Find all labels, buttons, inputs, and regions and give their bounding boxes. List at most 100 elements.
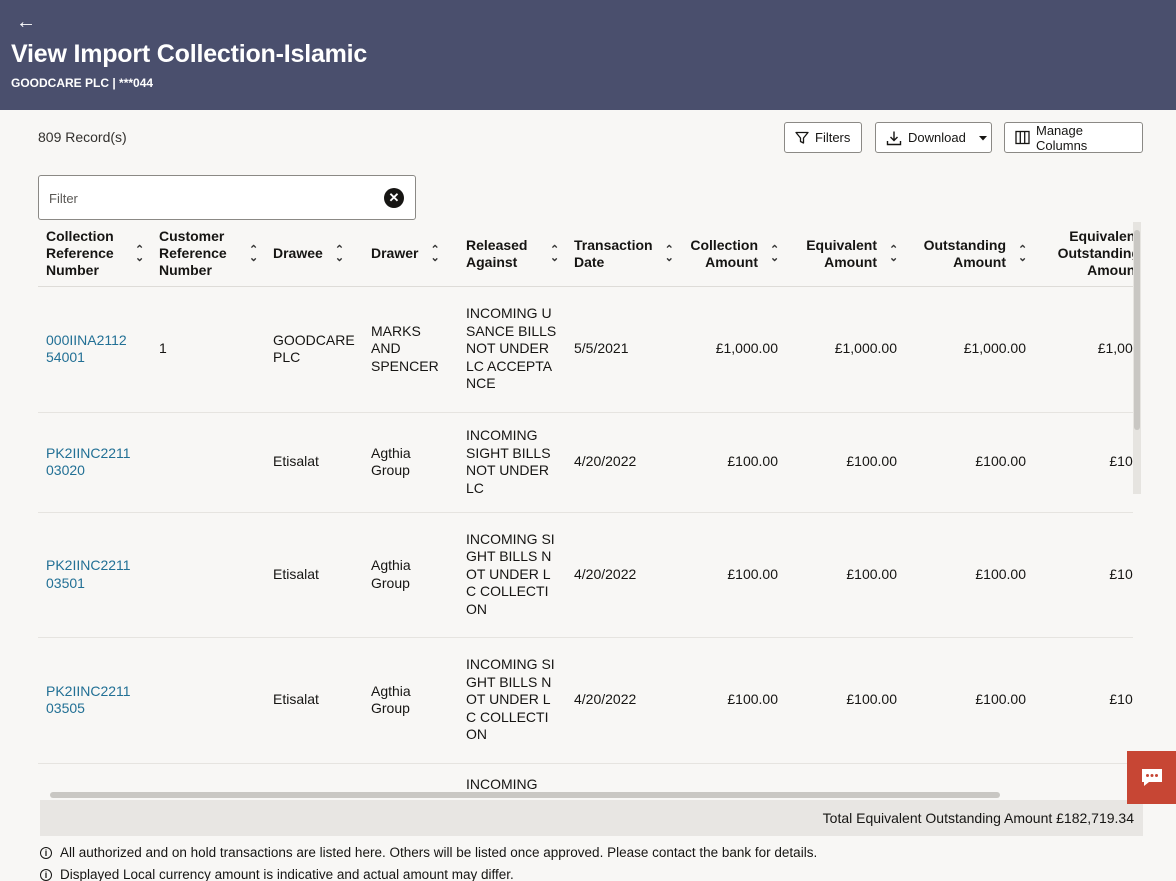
vertical-scrollbar-thumb[interactable] [1134, 230, 1140, 430]
column-header-outstanding-amount[interactable]: Outstanding Amount ⌃ ⌄ [905, 222, 1034, 287]
outstanding-amount-cell: £1,000.00 [905, 286, 1034, 413]
info-note-text: Displayed Local currency amount is indic… [60, 867, 514, 881]
sort-icon[interactable]: ⌃ ⌄ [1018, 244, 1027, 263]
column-header-collection-ref[interactable]: Collection Reference Number ⌃ ⌄ [38, 222, 151, 287]
collection-amount-cell: £100.00 [671, 412, 786, 513]
record-count: 809 Record(s) [38, 129, 127, 145]
sort-icon[interactable]: ⌃ ⌄ [889, 244, 898, 263]
drawee-cell [265, 763, 363, 790]
drawer-cell: Agthia Group [363, 412, 458, 513]
sort-icon[interactable]: ⌃ ⌄ [430, 244, 439, 263]
outstanding-amount-cell: £100.00 [905, 512, 1034, 638]
info-note: i All authorized and on hold transaction… [40, 845, 817, 860]
equivalent-outstanding-cell: £100.00 [1034, 412, 1133, 513]
customer-ref-cell [151, 412, 265, 513]
columns-icon [1015, 130, 1030, 145]
filter-field[interactable]: ✕ [38, 175, 416, 220]
collection-ref-link[interactable]: PK2IINC221103505 [38, 637, 151, 764]
page-title: View Import Collection-Islamic [11, 40, 368, 68]
equivalent-amount-cell: £100.00 [786, 412, 905, 513]
equivalent-amount-cell: £100.00 [786, 512, 905, 638]
manage-columns-button[interactable]: Manage Columns [1004, 122, 1143, 153]
table-row[interactable]: INCOMING [38, 763, 1133, 790]
info-icon: i [40, 868, 52, 881]
collection-ref-link[interactable]: PK2IINC221103501 [38, 512, 151, 638]
sort-icon[interactable]: ⌃ ⌄ [665, 244, 674, 263]
collection-ref-link[interactable] [38, 763, 151, 790]
released-against-cell: INCOMING [458, 763, 566, 790]
released-against-cell: INCOMING SIGHT BILLS NOT UNDER LC [458, 412, 566, 513]
sort-icon[interactable]: ⌃ ⌄ [249, 244, 258, 263]
chat-icon [1141, 768, 1162, 786]
collection-amount-cell: £1,000.00 [671, 286, 786, 413]
outstanding-amount-cell: £100.00 [905, 637, 1034, 764]
equivalent-amount-cell: £100.00 [786, 637, 905, 764]
customer-ref-cell: 1 [151, 286, 265, 413]
transaction-date-cell: 4/20/2022 [566, 637, 671, 764]
drawer-cell: Agthia Group [363, 512, 458, 638]
transaction-date-cell: 5/5/2021 [566, 286, 671, 413]
info-note-text: All authorized and on hold transactions … [60, 845, 818, 860]
released-against-cell: INCOMING SIGHT BILLS NOT UNDER LC COLLEC… [458, 512, 566, 638]
drawee-cell: Etisalat [265, 412, 363, 513]
outstanding-amount-cell: £100.00 [905, 412, 1034, 513]
equivalent-outstanding-cell: £100.00 [1034, 637, 1133, 764]
customer-ref-cell [151, 763, 265, 790]
column-header-transaction-date[interactable]: Transaction Date ⌃ ⌄ [566, 222, 674, 287]
collection-amount-cell: £100.00 [671, 637, 786, 764]
transaction-date-cell [566, 763, 671, 790]
table-row[interactable]: 000IINA211254001 1 GOODCARE PLC MARKS AN… [38, 286, 1133, 413]
column-header-collection-amount[interactable]: Collection Amount ⌃ ⌄ [671, 222, 786, 287]
filter-input[interactable] [49, 188, 369, 208]
column-header-equivalent-amount[interactable]: Equivalent Amount ⌃ ⌄ [786, 222, 905, 287]
table-row[interactable]: PK2IINC221103020 Etisalat Agthia Group I… [38, 412, 1133, 513]
info-icon: i [40, 846, 52, 859]
column-header-released-against[interactable]: Released Against ⌃ ⌄ [458, 222, 566, 287]
download-label: Download [908, 130, 966, 145]
clear-filter-icon[interactable]: ✕ [384, 188, 404, 208]
total-bar: Total Equivalent Outstanding Amount £182… [40, 800, 1143, 836]
vertical-scrollbar[interactable] [1133, 222, 1141, 494]
collections-table: Collection Reference Number ⌃ ⌄ Customer R… [38, 222, 1133, 790]
table-header-row: Collection Reference Number ⌃ ⌄ Customer R… [38, 222, 1133, 287]
total-equivalent-outstanding: Total Equivalent Outstanding Amount £182… [822, 810, 1134, 826]
back-arrow-icon[interactable]: ← [16, 11, 38, 33]
chat-button[interactable] [1127, 751, 1176, 804]
sort-icon[interactable]: ⌃ ⌄ [770, 244, 779, 263]
collection-ref-link[interactable]: 000IINA211254001 [38, 286, 151, 413]
table-row[interactable]: PK2IINC221103501 Etisalat Agthia Group I… [38, 512, 1133, 638]
drawer-cell [363, 763, 458, 790]
column-header-drawee[interactable]: Drawee ⌃ ⌄ [265, 222, 363, 287]
sort-icon[interactable]: ⌃ ⌄ [335, 244, 344, 263]
caret-down-icon [978, 135, 987, 140]
column-header-drawer[interactable]: Drawer ⌃ ⌄ [363, 222, 458, 287]
customer-ref-cell [151, 512, 265, 638]
transaction-date-cell: 4/20/2022 [566, 412, 671, 513]
equivalent-outstanding-cell [1034, 763, 1133, 790]
collection-ref-link[interactable]: PK2IINC221103020 [38, 412, 151, 513]
customer-ref-cell [151, 637, 265, 764]
funnel-icon [795, 131, 809, 144]
filters-label: Filters [815, 130, 851, 145]
manage-columns-label: Manage Columns [1036, 122, 1088, 153]
info-note: i Displayed Local currency amount is ind… [40, 867, 514, 881]
sort-icon[interactable]: ⌃ ⌄ [550, 244, 559, 263]
horizontal-scrollbar[interactable] [40, 790, 1134, 800]
released-against-cell: INCOMING SIGHT BILLS NOT UNDER LC COLLEC… [458, 637, 566, 764]
column-header-equivalent-outstanding[interactable]: Equivalent Outstanding Amount⌃⌄ [1034, 222, 1133, 287]
sort-icon[interactable]: ⌃ ⌄ [135, 244, 144, 263]
column-header-customer-ref[interactable]: Customer Reference Number ⌃ ⌄ [151, 222, 265, 287]
equivalent-outstanding-cell: £100.00 [1034, 512, 1133, 638]
collection-amount-cell [671, 763, 786, 790]
transaction-date-cell: 4/20/2022 [566, 512, 671, 638]
drawer-cell: Agthia Group [363, 637, 458, 764]
download-icon [886, 131, 902, 145]
table-row[interactable]: PK2IINC221103505 Etisalat Agthia Group I… [38, 637, 1133, 764]
download-button[interactable]: Download [875, 122, 992, 153]
equivalent-outstanding-cell: £1,000.00 [1034, 286, 1133, 413]
released-against-cell: INCOMING USANCE BILLS NOT UNDER LC ACCEP… [458, 286, 566, 413]
horizontal-scrollbar-thumb[interactable] [50, 792, 1000, 798]
filters-button[interactable]: Filters [784, 122, 862, 153]
drawer-cell: MARKS AND SPENCER [363, 286, 458, 413]
page-subtitle: GOODCARE PLC | ***044 [11, 76, 154, 90]
